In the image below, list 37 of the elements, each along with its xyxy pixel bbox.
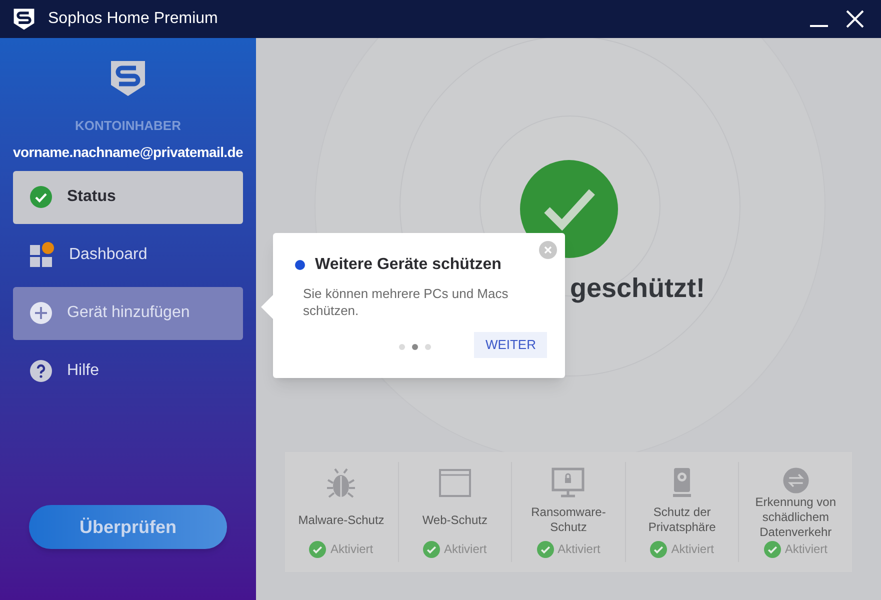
feature-status: Aktiviert [330,541,374,558]
close-icon [544,246,552,254]
feature-status: Aktiviert [671,541,714,558]
feature-status: Aktiviert [784,541,828,558]
nav-item[interactable]: Dashboard [13,228,243,282]
feature-status: Aktiviert [558,541,600,558]
nav-item[interactable]: Status [13,170,243,224]
nav-item[interactable]: Hilfe [13,344,243,398]
feature-status: Aktiviert [444,541,487,558]
plus-circle-icon [29,301,53,325]
dashboard-icon [29,242,55,268]
check-circle-icon [309,540,326,558]
check-circle-icon [536,540,554,558]
feature-label: Ransomware-Schutz [530,505,607,535]
shield-logo-icon [108,58,148,98]
shield-logo-icon [12,7,36,31]
bullet-icon [295,260,305,270]
help-icon [29,359,53,383]
check-circle-icon [423,540,440,558]
next-button[interactable]: WEITER [474,332,547,358]
browser-window-icon [438,466,472,500]
feature-label: Web-Schutz [421,512,488,528]
minimize-icon [810,25,828,27]
window-title: Sophos Home Premium [48,9,218,29]
monitor-lock-icon [551,466,586,500]
status-heading: geschützt! [570,273,705,303]
feature-label: Schutz der Privatsphäre [647,505,717,535]
feature-label: Malware-Schutz [297,512,386,528]
account-label: KONTOINHABER [75,117,181,135]
check-circle-icon [650,540,668,558]
close-icon [846,10,864,28]
popup-body: Sie können mehrere PCs und Macs schützen. [303,285,510,319]
popup-title: Weitere Geräte schützen [315,255,502,275]
check-circle-icon [29,185,53,209]
check-circle-icon [764,540,781,558]
account-email: vorname.nachname@privatemail.de [13,142,243,162]
feature-label: Erkennung von schädlichem Datenverkehr [754,495,838,540]
